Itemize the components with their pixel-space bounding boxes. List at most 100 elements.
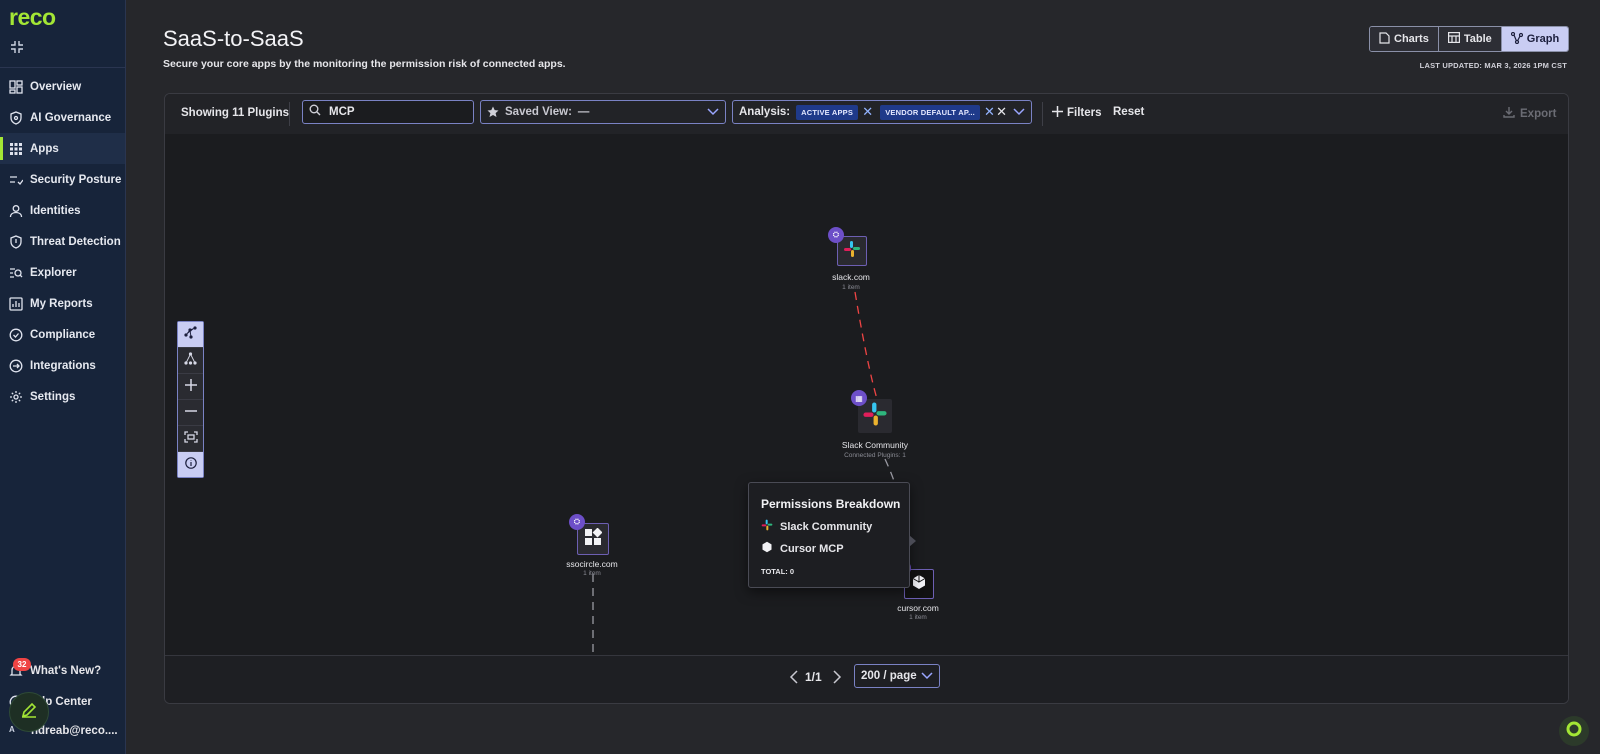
page-indicator: 1/1	[805, 670, 822, 684]
last-updated: LAST UPDATED: MAR 3, 2026 1PM CST	[1419, 61, 1567, 70]
sidebar-item-label: Explorer	[30, 266, 77, 279]
node-label: ssocircle.com	[566, 559, 618, 569]
remove-chip-icon[interactable]: ✕	[983, 104, 996, 120]
download-icon	[1503, 106, 1515, 121]
tree-layout-button[interactable]	[178, 348, 203, 374]
user-email: ndreab@reco....	[31, 725, 118, 737]
edge-slack-to-community	[854, 291, 878, 400]
chevron-down-icon[interactable]	[1013, 108, 1025, 116]
sidebar-item-integrations[interactable]: Integrations	[0, 350, 125, 381]
network-layout-icon	[184, 325, 197, 344]
sidebar-item-my-reports[interactable]: My Reports	[0, 288, 125, 319]
sidebar-item-explorer[interactable]: Explorer	[0, 257, 125, 288]
search-box[interactable]	[302, 100, 474, 124]
user-icon	[9, 204, 23, 218]
search-input[interactable]	[327, 105, 471, 119]
export-button[interactable]: Export	[1503, 106, 1556, 121]
view-switcher: Charts Table Graph	[1369, 26, 1570, 52]
sidebar-nav: Overview AI Governance Apps Security Pos…	[0, 71, 125, 412]
node-sub: 1 item	[583, 570, 601, 577]
tooltip-row: Slack Community	[761, 519, 872, 534]
sidebar-item-identities[interactable]: Identities	[0, 195, 125, 226]
node-label: Slack Community	[841, 440, 909, 450]
slack-logo-icon	[761, 519, 773, 534]
reco-logo[interactable]: reco	[9, 4, 56, 31]
sidebar-item-overview[interactable]: Overview	[0, 71, 125, 102]
sidebar-item-ai-governance[interactable]: AI Governance	[0, 102, 125, 133]
force-layout-button[interactable]	[178, 322, 203, 348]
pagination: 1/1 200 / page	[165, 655, 1568, 703]
slack-logo-icon	[862, 401, 888, 432]
toolbar-divider	[1042, 102, 1043, 126]
star-icon	[487, 106, 499, 118]
plugin-count: Showing 11 Plugins	[181, 107, 289, 119]
graph-canvas[interactable]: ⛭ slack.com 1 item ▦ Slack Community Con…	[165, 134, 1568, 655]
tooltip-title: Permissions Breakdown	[761, 497, 901, 511]
node-sub: 1 item	[909, 614, 927, 621]
fit-view-button[interactable]	[178, 426, 203, 452]
shield-icon	[9, 234, 23, 249]
tree-layout-icon	[184, 351, 197, 370]
sidebar-item-threat-detection[interactable]: Threat Detection	[0, 226, 125, 257]
sidebar-item-settings[interactable]: Settings	[0, 381, 125, 412]
chevron-left-icon[interactable]	[789, 670, 803, 686]
sidebar-item-label: Settings	[30, 390, 76, 403]
sidebar-item-label: Identities	[30, 204, 81, 217]
graph-node-slack-community[interactable]: ▦	[851, 390, 892, 433]
pencil-icon	[20, 701, 38, 724]
sidebar-divider	[0, 67, 125, 68]
tab-graph[interactable]: Graph	[1501, 27, 1569, 51]
edit-feedback-button[interactable]	[9, 692, 49, 732]
analysis-label: Analysis:	[739, 106, 791, 118]
per-page-select[interactable]: 200 / page	[854, 664, 940, 688]
apps-grid-icon	[9, 142, 23, 156]
sidebar-item-security-posture[interactable]: Security Posture	[0, 164, 125, 195]
sidebar-item-label: Overview	[30, 80, 82, 93]
graph-node-slack[interactable]: ⛭	[828, 227, 867, 266]
info-button[interactable]	[178, 452, 203, 477]
node-label: cursor.com	[897, 603, 939, 613]
check-circle-icon	[9, 328, 23, 342]
tab-label: Charts	[1394, 33, 1429, 45]
whats-new-label: What's New?	[30, 664, 102, 677]
reports-icon	[9, 296, 23, 311]
export-label: Export	[1520, 107, 1557, 120]
sidebar-item-compliance[interactable]: Compliance	[0, 319, 125, 350]
clear-all-icon[interactable]: ✕	[996, 104, 1007, 120]
search-icon	[309, 103, 321, 121]
shield-ai-icon	[9, 110, 23, 125]
permissions-tooltip: Permissions Breakdown Slack Community Cu…	[748, 482, 916, 588]
user-badge-icon: ⛭	[569, 514, 585, 530]
fit-screen-icon	[183, 430, 198, 448]
whats-new-button[interactable]: 32 What's New?	[0, 655, 125, 686]
reset-button[interactable]: Reset	[1113, 106, 1144, 118]
graph-node-ssocircle[interactable]: ⛭	[569, 514, 609, 555]
sidebar-item-apps[interactable]: Apps	[0, 133, 125, 164]
tab-charts[interactable]: Charts	[1370, 27, 1439, 51]
explorer-search-icon	[9, 266, 23, 280]
cursor-logo-icon	[761, 541, 773, 556]
tab-table[interactable]: Table	[1438, 27, 1502, 51]
plus-icon	[1052, 106, 1063, 120]
zoom-out-button[interactable]	[178, 400, 203, 426]
toolbar-divider	[289, 102, 290, 126]
dashboard-icon	[9, 79, 23, 94]
filters-button[interactable]: Filters	[1052, 106, 1102, 120]
page-subtitle: Secure your core apps by the monitoring …	[163, 58, 566, 70]
sidebar-item-label: Threat Detection	[30, 235, 121, 248]
tooltip-total: TOTAL: 0	[761, 567, 795, 576]
analysis-select[interactable]: Analysis: ACTIVE APPS ✕ VENDOR DEFAULT A…	[732, 100, 1032, 124]
collapse-sidebar-icon[interactable]	[10, 40, 24, 54]
plus-icon	[184, 378, 197, 396]
remove-chip-icon[interactable]: ✕	[861, 104, 874, 120]
sidebar-item-label: Compliance	[30, 328, 96, 341]
help-center-label: lp Center	[42, 695, 92, 708]
cursor-logo-icon	[911, 574, 927, 595]
tooltip-row-label: Slack Community	[780, 520, 873, 533]
saved-view-select[interactable]: Saved View: —	[480, 100, 726, 124]
assistant-button[interactable]	[1559, 716, 1589, 746]
analysis-chip: VENDOR DEFAULT AP...	[880, 104, 980, 120]
chevron-right-icon[interactable]	[832, 670, 846, 686]
sidebar-item-label: Apps	[30, 142, 59, 155]
zoom-in-button[interactable]	[178, 374, 203, 400]
